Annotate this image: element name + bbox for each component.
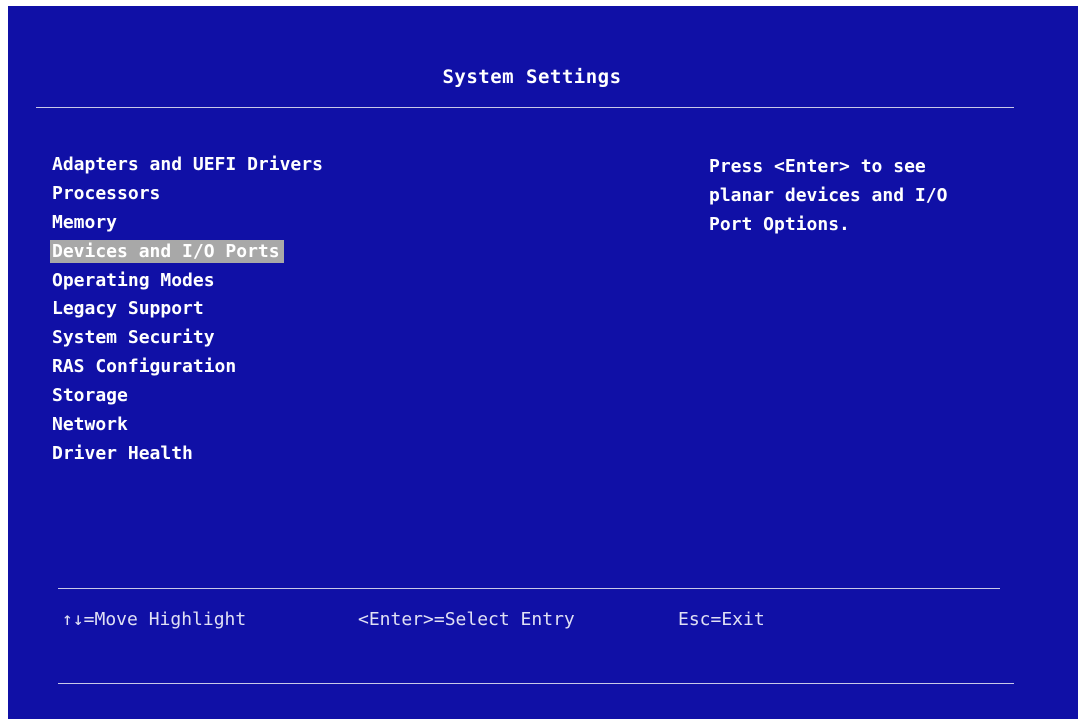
menu-item-memory[interactable]: Memory [50,209,327,238]
menu-item-label: Operating Modes [52,269,215,291]
title-divider [36,107,1014,108]
menu-item-label: Memory [52,211,118,233]
menu-item-label: Network [52,414,128,436]
menu-item-devices-io-ports[interactable]: Devices and I/O Ports [50,238,327,267]
menu-item-label: Driver Health [52,442,193,464]
footer-divider-bottom [58,683,1014,684]
menu-item-legacy-support[interactable]: Legacy Support [50,295,327,324]
footer-exit-hint: Esc=Exit [678,609,765,630]
menu-item-network[interactable]: Network [50,411,327,440]
menu-item-storage[interactable]: Storage [50,382,327,411]
menu-item-processors[interactable]: Processors [50,180,327,209]
help-line: Port Options. [709,214,850,235]
footer-divider-top [58,588,1000,589]
menu-item-label: Processors [52,182,161,204]
help-text: Press <Enter> to see planar devices and … [709,152,1009,239]
menu-item-ras-configuration[interactable]: RAS Configuration [50,353,327,382]
menu-item-label: Devices and I/O Ports [50,239,284,263]
bios-screen: System Settings Adapters and UEFI Driver… [8,6,1078,719]
menu-item-system-security[interactable]: System Security [50,324,327,353]
menu-item-label: Storage [52,385,128,407]
menu-item-label: RAS Configuration [52,356,237,378]
menu-item-driver-health[interactable]: Driver Health [50,440,327,469]
settings-menu: Adapters and UEFI Drivers Processors Mem… [50,151,327,469]
menu-item-label: System Security [52,327,215,349]
help-line: planar devices and I/O [709,185,948,206]
menu-item-label: Legacy Support [52,298,204,320]
menu-item-operating-modes[interactable]: Operating Modes [50,267,327,296]
page-title: System Settings [442,66,622,88]
menu-item-label: Adapters and UEFI Drivers [52,154,323,175]
footer-move-hint: ↑↓=Move Highlight [62,609,247,630]
footer-select-hint: <Enter>=Select Entry [358,609,575,630]
help-line: Press <Enter> to see [709,156,926,177]
menu-item-adapters-uefi-drivers[interactable]: Adapters and UEFI Drivers [50,151,327,180]
